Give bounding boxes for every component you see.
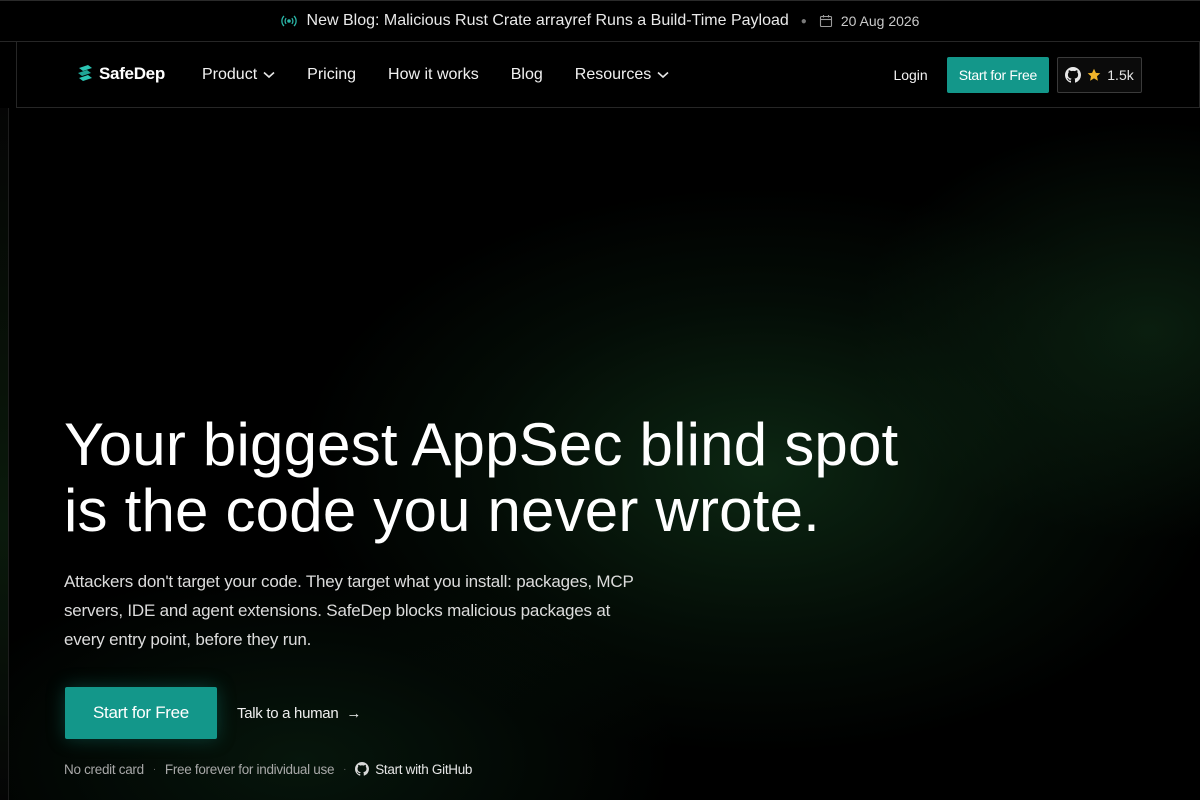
note-separator: · <box>152 763 156 775</box>
nav-item-resources[interactable]: Resources <box>575 66 669 84</box>
note-separator: · <box>343 763 347 775</box>
github-stars-button[interactable]: 1.5k <box>1057 56 1142 93</box>
nav-item-product[interactable]: Product <box>202 66 275 84</box>
github-stars-count: 1.5k <box>1107 66 1134 83</box>
talk-to-human-label: Talk to a human <box>237 704 339 722</box>
nav-item-blog[interactable]: Blog <box>511 66 543 84</box>
note-free-forever: Free forever for individual use <box>164 761 335 777</box>
nav-item-pricing[interactable]: Pricing <box>307 66 356 84</box>
announcement-date: 20 Aug 2026 <box>819 13 920 29</box>
left-edge-strip <box>0 108 9 800</box>
hero-notes: No credit card · Free forever for indivi… <box>64 759 472 779</box>
nav-item-label: Blog <box>510 66 543 83</box>
logo[interactable]: SafeDep <box>76 64 165 84</box>
hero-cta-row: Start for Free Talk to a human → <box>65 687 361 739</box>
top-nav: SafeDep Product Pricing How it works Blo… <box>16 42 1200 108</box>
star-icon <box>1087 68 1101 81</box>
nav-item-label: Resources <box>574 66 652 83</box>
announcement-date-text: 20 Aug 2026 <box>840 13 920 29</box>
login-link[interactable]: Login <box>893 67 927 83</box>
arrow-right-icon: → <box>346 704 362 722</box>
announcement-text[interactable]: New Blog: Malicious Rust Crate arrayref … <box>307 12 789 30</box>
safedep-logo-icon <box>78 65 92 81</box>
github-icon <box>355 762 370 776</box>
github-icon <box>1065 66 1082 83</box>
chevron-down-icon <box>657 71 669 79</box>
start-with-github-link[interactable]: Start with GitHub <box>355 762 472 777</box>
hero-start-free-button[interactable]: Start for Free <box>65 687 217 739</box>
nav-item-label: How it works <box>388 66 479 83</box>
calendar-icon <box>819 15 832 28</box>
announcement-separator: ● <box>800 15 807 27</box>
start-free-button[interactable]: Start for Free <box>946 56 1049 93</box>
broadcast-icon <box>280 13 297 29</box>
logo-text: SafeDep <box>99 64 165 83</box>
nav-links: Product Pricing How it works Blog Resour… <box>202 42 669 108</box>
start-with-github-label: Start with GitHub <box>375 761 473 777</box>
hero-title-line-1: Your biggest AppSec blind spot <box>64 411 899 478</box>
talk-to-human-link[interactable]: Talk to a human → <box>237 705 361 722</box>
nav-actions: Login Start for Free 1.5k <box>893 56 1142 93</box>
hero-title: Your biggest AppSec blind spot is the co… <box>64 412 964 544</box>
announcement-bar[interactable]: New Blog: Malicious Rust Crate arrayref … <box>0 0 1200 42</box>
hero-title-line-2: is the code you never wrote. <box>64 477 821 544</box>
nav-item-how-it-works[interactable]: How it works <box>388 66 479 84</box>
page: New Blog: Malicious Rust Crate arrayref … <box>0 0 1200 800</box>
note-no-credit-card: No credit card <box>64 761 144 777</box>
nav-item-label: Pricing <box>307 66 357 83</box>
chevron-down-icon <box>263 71 275 79</box>
hero-subtitle: Attackers don't target your code. They t… <box>64 572 634 649</box>
nav-item-label: Product <box>202 66 258 83</box>
